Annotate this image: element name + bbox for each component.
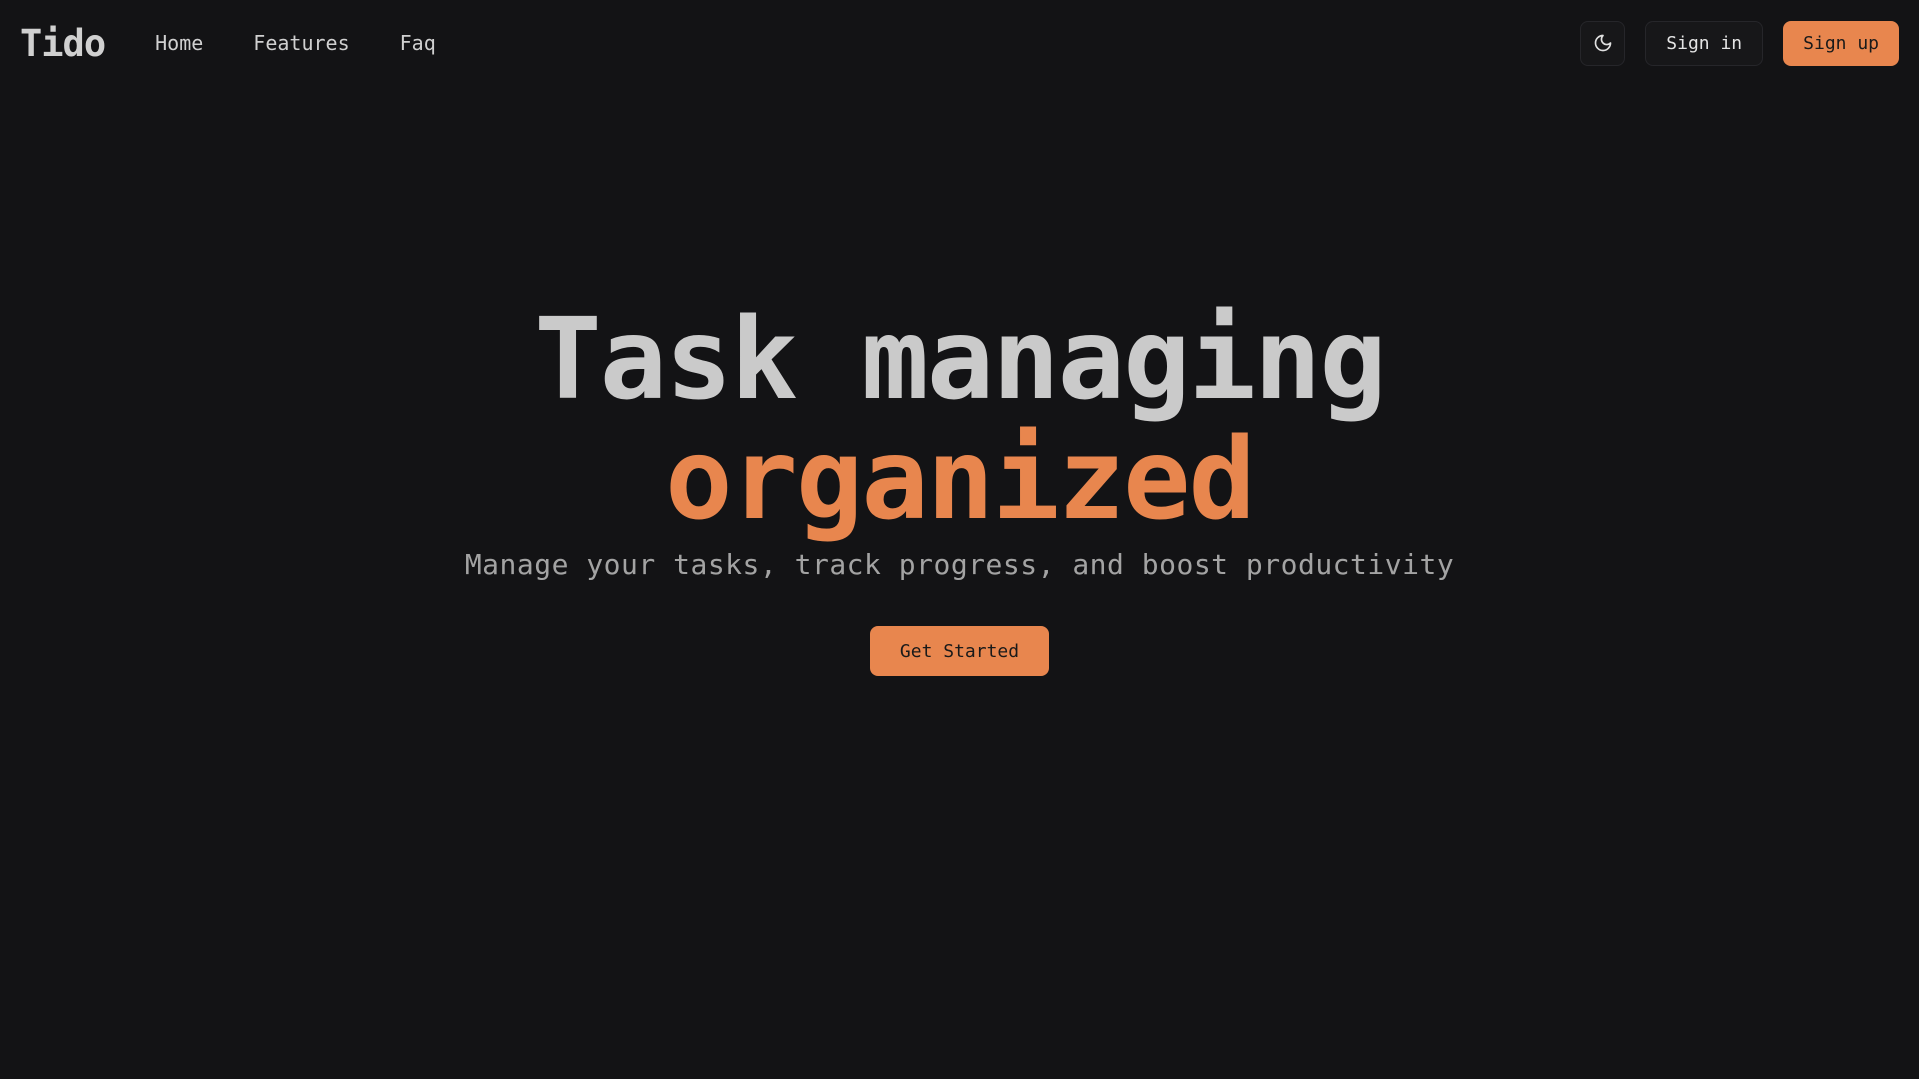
moon-icon: [1593, 33, 1613, 53]
get-started-button[interactable]: Get Started: [869, 626, 1050, 676]
navbar-right: Sign in Sign up: [1580, 20, 1899, 66]
theme-toggle-button[interactable]: [1580, 20, 1626, 66]
top-navbar: Tido Home Features Faq Sign in Sign up: [0, 0, 1919, 86]
hero-section: Task managing organized Manage your task…: [0, 300, 1919, 676]
brand-logo[interactable]: Tido: [20, 22, 106, 65]
sign-in-button[interactable]: Sign in: [1645, 20, 1764, 66]
nav-link-faq[interactable]: Faq: [400, 31, 436, 55]
sign-up-button[interactable]: Sign up: [1783, 20, 1899, 66]
navbar-left: Tido Home Features Faq: [20, 22, 436, 65]
main-nav: Home Features Faq: [155, 31, 436, 55]
nav-link-features[interactable]: Features: [253, 31, 349, 55]
landing-page: Tido Home Features Faq Sign in Sign up T…: [0, 0, 1919, 1079]
hero-subtitle: Manage your tasks, track progress, and b…: [464, 548, 1455, 581]
hero-title-line2: organized: [665, 415, 1256, 545]
hero-title-line1: Task managing: [534, 295, 1387, 425]
nav-link-home[interactable]: Home: [155, 31, 203, 55]
